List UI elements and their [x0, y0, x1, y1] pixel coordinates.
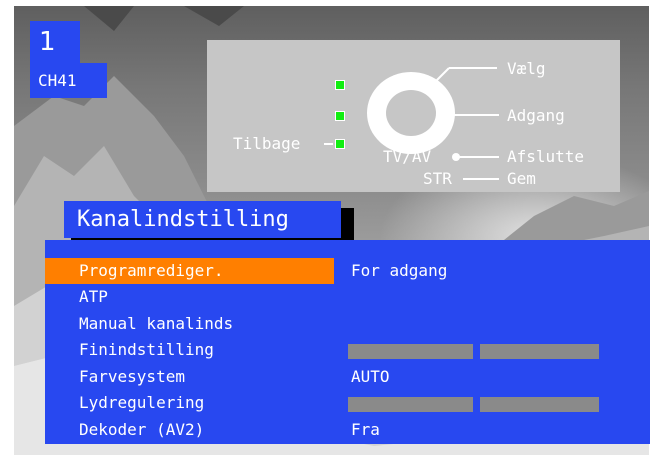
menu-item-label: Programrediger. [45, 258, 334, 284]
help-access-label: Adgang [507, 106, 565, 125]
minus-icon: − [374, 104, 384, 123]
menu-item-label: Dekoder (AV2) [79, 420, 205, 439]
channel-name: CH41 [30, 63, 107, 98]
menu-item-label: Farvesystem [79, 367, 185, 386]
plus-icon: + [439, 100, 452, 124]
sound-bar-left [348, 397, 473, 412]
fine-tuning-bar-left [348, 344, 473, 359]
channel-settings-menu: Programrediger. For adgang ATP Manual ka… [45, 240, 650, 444]
help-str-label: STR [423, 169, 452, 188]
menu-item-value: For adgang [351, 261, 448, 280]
menu-item-label: Finindstilling [79, 340, 214, 359]
menu-item-label: Manual kanalinds [79, 314, 234, 333]
menu-item-manual-tuning[interactable]: Manual kanalinds [45, 311, 650, 337]
indicator-square-3 [335, 139, 345, 149]
menu-item-program-edit[interactable]: Programrediger. For adgang [45, 258, 650, 284]
menu-item-value: Fra [351, 420, 380, 439]
menu-item-sound-adjust[interactable]: Lydregulering [45, 390, 650, 416]
key-help-panel: Λ V − + Vælg Adgang Tilbage TV/AV Afslut… [207, 40, 620, 192]
help-exit-label: Afslutte [507, 147, 585, 166]
menu-item-decoder-av2[interactable]: Dekoder (AV2) Fra [45, 417, 650, 443]
indicator-square-1 [335, 80, 345, 90]
menu-item-fine-tuning[interactable]: Finindstilling [45, 337, 650, 363]
fine-tuning-bar-right [480, 344, 599, 359]
up-arrow-icon: Λ [406, 76, 415, 92]
sound-bar-right [480, 397, 599, 412]
help-tvav-label: TV/AV [383, 147, 432, 166]
menu-item-label: ATP [79, 287, 108, 306]
menu-item-value: AUTO [351, 367, 390, 386]
menu-item-atp[interactable]: ATP [45, 284, 650, 310]
help-store-label: Gem [507, 169, 536, 188]
channel-number: 1 [30, 21, 80, 63]
help-back-label: Tilbage [233, 134, 301, 153]
indicator-square-2 [335, 111, 345, 121]
menu-item-color-system[interactable]: Farvesystem AUTO [45, 364, 650, 390]
menu-item-label: Lydregulering [79, 393, 205, 412]
help-select-label: Vælg [507, 59, 546, 78]
menu-title: Kanalindstilling [64, 201, 341, 238]
